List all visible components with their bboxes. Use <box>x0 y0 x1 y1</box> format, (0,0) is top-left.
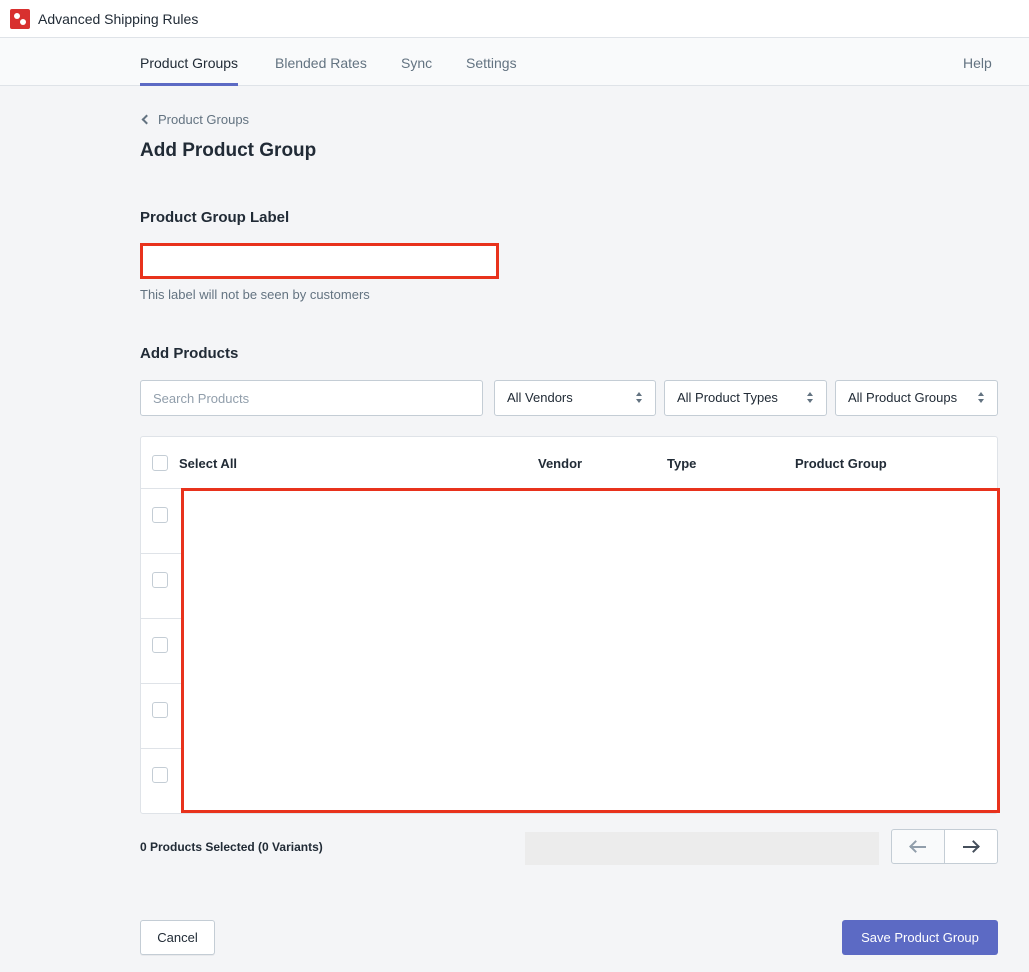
breadcrumb-back-link[interactable]: Product Groups <box>140 112 249 127</box>
selected-count-text: 0 Products Selected (0 Variants) <box>140 840 323 854</box>
tab-settings[interactable]: Settings <box>466 38 517 86</box>
column-header-product-group: Product Group <box>795 456 887 471</box>
previous-page-button[interactable] <box>891 829 945 864</box>
save-product-group-button[interactable]: Save Product Group <box>842 920 998 955</box>
column-header-vendor: Vendor <box>538 456 583 471</box>
product-type-filter-value: All Product Types <box>677 390 778 405</box>
app-titlebar: Advanced Shipping Rules <box>0 0 1029 38</box>
product-group-filter-select[interactable]: All Product Groups <box>835 380 998 416</box>
arrow-right-icon <box>963 839 980 853</box>
row-divider <box>141 618 181 619</box>
vendor-filter-value: All Vendors <box>507 390 573 405</box>
row-divider <box>141 748 181 749</box>
chevron-left-icon <box>141 114 152 125</box>
select-arrows-icon <box>977 392 985 404</box>
page-title: Add Product Group <box>140 140 317 161</box>
row-divider <box>141 553 181 554</box>
add-products-heading: Add Products <box>140 345 239 362</box>
select-arrows-icon <box>806 392 814 404</box>
label-help-text: This label will not be seen by customers <box>140 287 370 302</box>
row-checkbox[interactable] <box>152 507 168 523</box>
redacted-product-rows <box>181 488 1000 813</box>
next-page-button[interactable] <box>944 829 998 864</box>
app-logo-icon <box>10 8 30 29</box>
cancel-button[interactable]: Cancel <box>140 920 215 955</box>
row-divider <box>141 683 181 684</box>
tab-product-groups[interactable]: Product Groups <box>140 38 239 86</box>
vendor-filter-select[interactable]: All Vendors <box>494 380 656 416</box>
row-checkbox[interactable] <box>152 767 168 783</box>
main-nav: Product Groups Blended Rates Sync Settin… <box>0 38 1029 86</box>
product-group-filter-value: All Product Groups <box>848 390 958 405</box>
help-link[interactable]: Help <box>963 38 992 86</box>
row-checkbox[interactable] <box>152 637 168 653</box>
select-all-label: Select All <box>179 456 238 471</box>
column-header-type: Type <box>667 456 697 471</box>
select-arrows-icon <box>635 392 643 404</box>
app-title: Advanced Shipping Rules <box>38 10 199 27</box>
product-group-label-heading: Product Group Label <box>140 209 290 226</box>
table-header: Select All Vendor Type Product Group <box>141 437 997 489</box>
row-checkbox[interactable] <box>152 572 168 588</box>
product-group-label-input[interactable] <box>140 243 499 279</box>
breadcrumb-label: Product Groups <box>158 112 250 127</box>
tab-blended-rates[interactable]: Blended Rates <box>275 38 367 86</box>
search-products-input[interactable] <box>140 380 483 416</box>
pagination-bar <box>525 832 879 865</box>
product-type-filter-select[interactable]: All Product Types <box>664 380 827 416</box>
select-all-checkbox[interactable] <box>152 455 168 471</box>
arrow-left-icon <box>909 839 926 853</box>
tab-sync[interactable]: Sync <box>401 38 432 86</box>
row-checkbox[interactable] <box>152 702 168 718</box>
